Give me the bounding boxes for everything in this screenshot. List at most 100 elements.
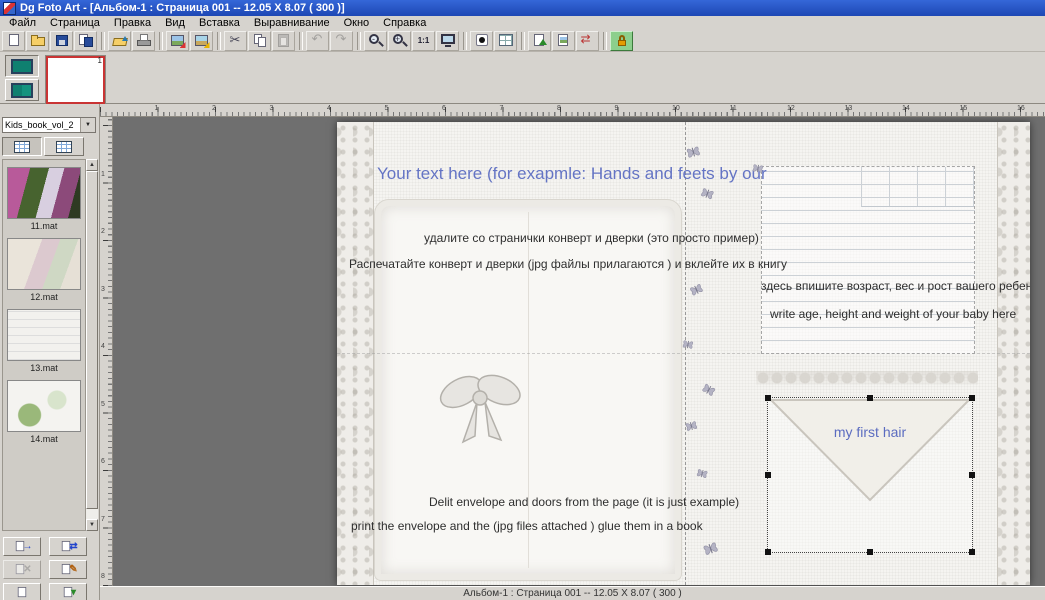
scroll-up-icon[interactable]: ▲ xyxy=(86,159,98,171)
menu-align[interactable]: Выравнивание xyxy=(247,17,337,29)
selection-handle[interactable] xyxy=(969,395,975,401)
swap-pages-button[interactable] xyxy=(576,31,599,51)
page-number: 1 xyxy=(98,56,102,65)
template-thumb-14.mat[interactable]: 14.mat xyxy=(5,380,83,444)
menu-window[interactable]: Окно xyxy=(337,17,377,29)
instruction-en-1[interactable]: write age, height and weight of your bab… xyxy=(770,307,1016,321)
fit-to-window-button[interactable] xyxy=(436,31,459,51)
title-bar: Dg Foto Art - [Альбом-1 : Страница 001 -… xyxy=(0,0,1045,16)
template-thumb-13.mat[interactable]: 13.mat xyxy=(5,309,83,373)
tab-templates-grid[interactable] xyxy=(2,137,42,156)
new-blank-page-button[interactable] xyxy=(3,583,41,600)
butterfly-icon xyxy=(700,538,723,564)
view-buttons xyxy=(5,55,39,101)
scroll-down-icon[interactable]: ▼ xyxy=(86,519,98,531)
edit-template-button[interactable] xyxy=(190,31,213,51)
dropdown-arrow-icon[interactable]: ▼ xyxy=(80,118,95,132)
butterfly-icon xyxy=(696,184,717,208)
ruler-number: 5 xyxy=(385,105,389,112)
canvas[interactable]: Your text here (for exapmle: Hands and f… xyxy=(113,117,1045,586)
zoom-in-button[interactable] xyxy=(388,31,411,51)
template-list: 11.mat 12.mat 13.mat 14.mat xyxy=(2,159,86,531)
open-album-button[interactable] xyxy=(26,31,49,51)
selection-handle[interactable] xyxy=(969,549,975,555)
menu-file[interactable]: Файл xyxy=(2,17,43,29)
zoom-in-icon xyxy=(392,33,408,48)
butterfly-icon xyxy=(696,380,719,405)
scissors-icon xyxy=(228,33,244,48)
toolbar-separator xyxy=(217,32,221,50)
menu-insert[interactable]: Вставка xyxy=(192,17,247,29)
image-paint-icon xyxy=(194,33,210,48)
album-view-button[interactable] xyxy=(5,55,39,77)
tab-templates-list[interactable] xyxy=(44,137,84,156)
save-page-button[interactable]: ▾ xyxy=(49,583,87,600)
instruction-en-2[interactable]: Delit envelope and doors from the page (… xyxy=(429,495,739,509)
add-page-button[interactable]: → xyxy=(3,537,41,556)
sidebar: Kids_book_vol_2 ▼ 11.mat 12.mat 13.mat 14.m… xyxy=(0,104,100,600)
selection-handle[interactable] xyxy=(765,472,771,478)
zoom-out-button[interactable] xyxy=(364,31,387,51)
copy-page-button[interactable]: ⇄ xyxy=(49,537,87,556)
ruler-number: 7 xyxy=(500,105,504,112)
template-thumb-12.mat[interactable]: 12.mat xyxy=(5,238,83,302)
scrollbar-thumb[interactable] xyxy=(86,171,98,509)
album-page[interactable]: Your text here (for exapmle: Hands and f… xyxy=(337,122,1030,585)
page-icon xyxy=(15,586,29,599)
template-list-scrollbar[interactable]: ▲ ▼ xyxy=(86,159,98,531)
selection-handle[interactable] xyxy=(867,395,873,401)
ruler-number: 10 xyxy=(672,105,680,112)
menu-view[interactable]: Вид xyxy=(158,17,192,29)
actual-size-button[interactable] xyxy=(412,31,435,51)
save-as-button[interactable] xyxy=(74,31,97,51)
instruction-ru-3[interactable]: здесь впишите возраст, вес и рост вашего… xyxy=(761,279,1030,293)
selection-handle[interactable] xyxy=(867,549,873,555)
page-thumbnail-selected[interactable]: 1 xyxy=(46,56,105,104)
import-images-button[interactable] xyxy=(108,31,131,51)
template-set-select[interactable]: Kids_book_vol_2 ▼ xyxy=(2,117,96,133)
selection-handle[interactable] xyxy=(765,395,771,401)
lock-layout-button[interactable] xyxy=(610,31,633,51)
edit-image-button[interactable] xyxy=(166,31,189,51)
monitor-icon xyxy=(440,33,456,48)
menu-page[interactable]: Страница xyxy=(43,17,107,29)
pages-view-button[interactable] xyxy=(5,79,39,101)
ruled-note-area[interactable] xyxy=(761,166,975,354)
page-up-icon xyxy=(532,33,548,48)
save-icon xyxy=(54,33,70,48)
copy-icon xyxy=(252,33,268,48)
folder-icon xyxy=(30,33,46,48)
template-thumb-11.mat[interactable]: 11.mat xyxy=(5,167,83,231)
selection-handle[interactable] xyxy=(765,549,771,555)
toolbar-separator xyxy=(603,32,607,50)
save-album-button[interactable] xyxy=(50,31,73,51)
selected-element[interactable]: my first hair xyxy=(768,398,972,552)
template-image xyxy=(7,309,81,361)
export-page-button[interactable] xyxy=(528,31,551,51)
page-title-text[interactable]: Your text here (for exapmle: Hands and f… xyxy=(377,164,767,184)
toolbar-separator xyxy=(357,32,361,50)
status-bar: Альбом-1 : Страница 001 -- 12.05 X 8.07 … xyxy=(100,586,1045,600)
selection-handle[interactable] xyxy=(969,472,975,478)
instruction-ru-1[interactable]: удалите со странички конверт и дверки (э… xyxy=(424,231,759,245)
instruction-ru-2[interactable]: Распечатайте конверт и дверки (jpg файлы… xyxy=(349,257,787,271)
print-button[interactable] xyxy=(132,31,155,51)
menu-help[interactable]: Справка xyxy=(376,17,433,29)
instruction-en-3[interactable]: print the envelope and the (jpg files at… xyxy=(351,519,703,533)
printer-icon xyxy=(136,33,152,48)
redo-button xyxy=(330,31,353,51)
one-one-icon xyxy=(416,33,432,48)
envelope-flap xyxy=(768,398,972,510)
ruler-number: 16 xyxy=(1017,105,1025,112)
cut-button[interactable] xyxy=(224,31,247,51)
menu-edit[interactable]: Правка xyxy=(107,17,158,29)
edit-page-list-button[interactable]: ✎ xyxy=(49,560,87,579)
tile-view-button[interactable] xyxy=(494,31,517,51)
preview-button[interactable] xyxy=(470,31,493,51)
page-image-button[interactable] xyxy=(552,31,575,51)
copy-button[interactable] xyxy=(248,31,271,51)
ruler-number: 6 xyxy=(101,458,105,465)
new-album-button[interactable] xyxy=(2,31,25,51)
glyph-icon: ✕ xyxy=(23,564,31,575)
redo-icon xyxy=(334,33,350,48)
